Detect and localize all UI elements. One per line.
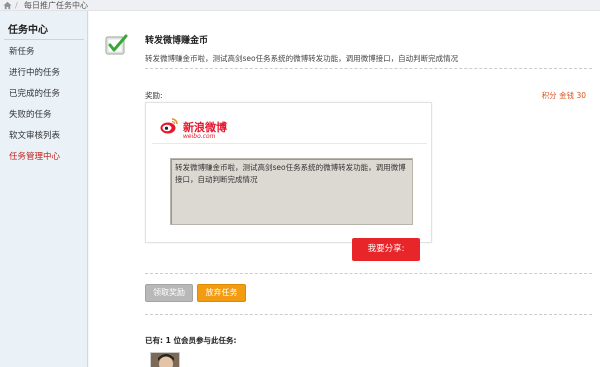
- sidebar-divider: [4, 39, 84, 40]
- sidebar-item-in-progress[interactable]: 进行中的任务: [9, 67, 60, 79]
- main-content: 转发微博赚金币 转发微博赚金币啦，测试高剑seo任务系统的微博转发功能，调用微博…: [89, 11, 600, 367]
- abandon-task-button[interactable]: 放弃任务: [197, 284, 246, 302]
- sidebar-item-article-review[interactable]: 软文审核列表: [9, 130, 60, 142]
- task-description: 转发微博赚金币啦，测试高剑seo任务系统的微博转发功能，调用微博接口，自动判断完…: [145, 54, 459, 63]
- divider: [145, 68, 592, 69]
- claim-reward-button[interactable]: 领取奖励: [145, 284, 193, 302]
- participants-label: 已有: 1 位会员参与此任务:: [145, 336, 237, 345]
- task-check-icon: [105, 33, 129, 55]
- share-text-area[interactable]: 转发微博赚金币啦，测试高剑seo任务系统的微博转发功能，调用微博接口，自动判断完…: [170, 158, 413, 225]
- home-icon[interactable]: [3, 1, 12, 10]
- divider: [145, 273, 592, 274]
- weibo-logo: 新浪微博 weibo.com: [156, 111, 246, 140]
- share-button[interactable]: 我要分享:: [352, 238, 420, 261]
- breadcrumb-separator: /: [15, 1, 18, 10]
- reward-label: 奖励:: [145, 91, 163, 100]
- sidebar-item-task-management[interactable]: 任务管理中心: [9, 151, 60, 163]
- weibo-share-box: 新浪微博 weibo.com 转发微博赚金币啦，测试高剑seo任务系统的微博转发…: [145, 102, 432, 243]
- sidebar-item-failed[interactable]: 失败的任务: [9, 109, 52, 121]
- page-breadcrumb-title: 每日推广任务中心: [24, 1, 88, 10]
- avatar[interactable]: [150, 352, 180, 367]
- sidebar-item-completed[interactable]: 已完成的任务: [9, 88, 60, 100]
- divider: [145, 314, 592, 315]
- sidebar: 任务中心 新任务 进行中的任务 已完成的任务 失败的任务 软文审核列表 任务管理…: [0, 11, 88, 367]
- weibo-domain: weibo.com: [183, 133, 216, 140]
- sidebar-item-new-tasks[interactable]: 新任务: [9, 46, 35, 58]
- reward-value: 积分 金钱 30: [541, 91, 586, 100]
- sidebar-title: 任务中心: [8, 25, 48, 36]
- top-bar: / 每日推广任务中心: [0, 0, 600, 11]
- box-divider: [152, 143, 427, 144]
- task-title: 转发微博赚金币: [145, 36, 209, 46]
